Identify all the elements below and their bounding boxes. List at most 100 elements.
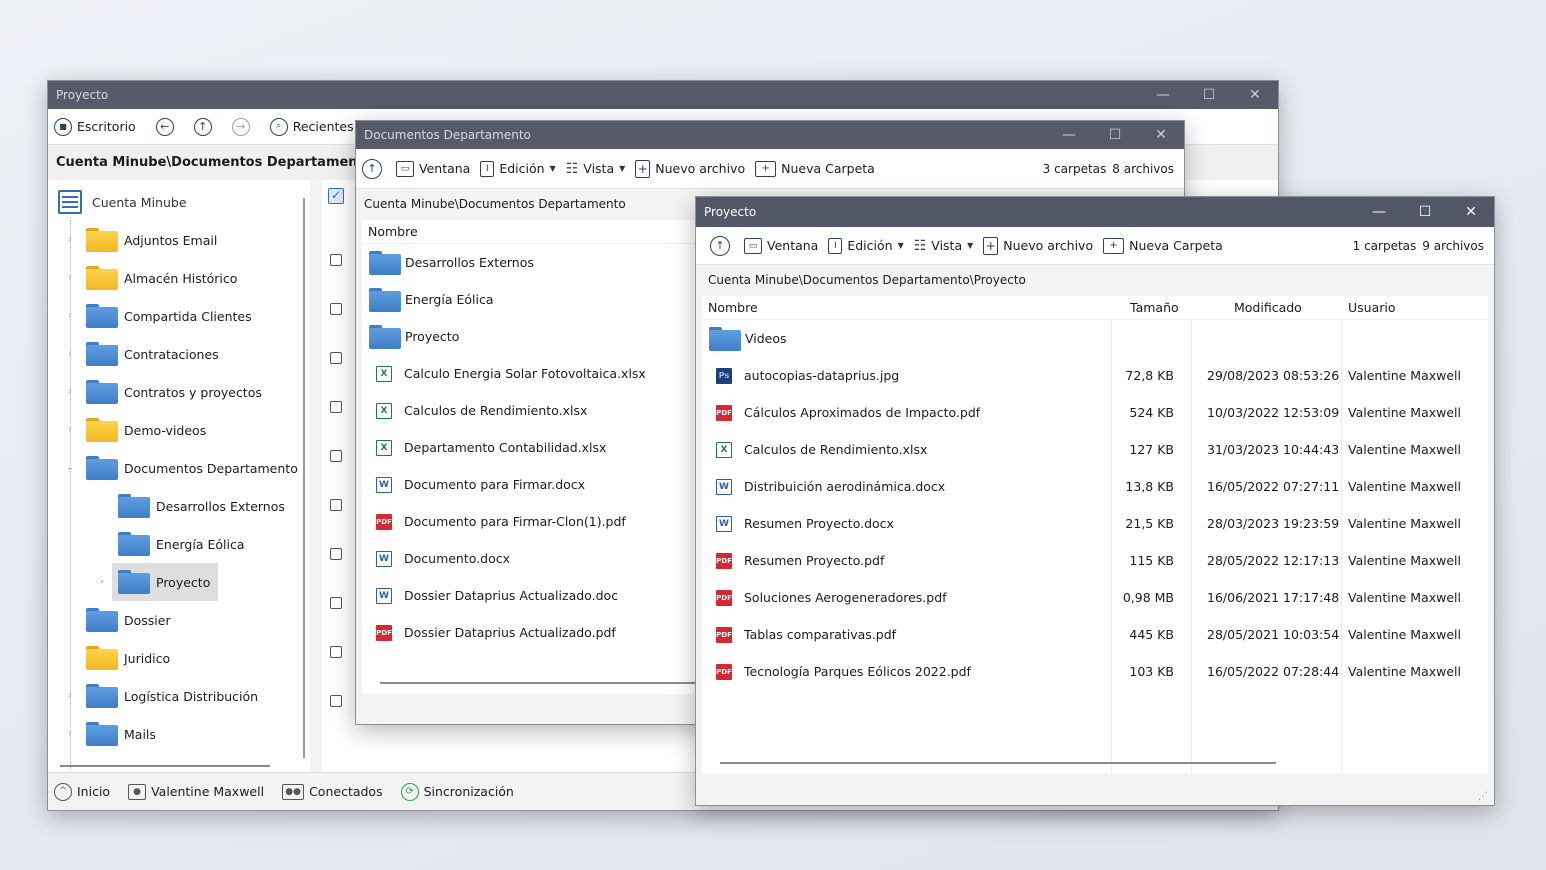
new-file-button[interactable]: + Nuevo archivo bbox=[635, 159, 745, 178]
file-user: Valentine Maxwell bbox=[1348, 664, 1461, 679]
folder-icon bbox=[86, 380, 118, 404]
table-row[interactable]: X Calculos de Rendimiento.xlsx 127 KB 31/03… bbox=[702, 431, 1488, 468]
front-horizontal-scrollbar[interactable] bbox=[720, 762, 1276, 764]
tree-item[interactable]: Juridico bbox=[64, 639, 178, 677]
tree-item-label: Juridico bbox=[124, 650, 171, 666]
tree-item[interactable]: Desarrollos Externos bbox=[96, 487, 293, 525]
close-icon[interactable]: ✕ bbox=[1232, 87, 1278, 103]
table-row[interactable]: PDF Cálculos Aproximados de Impacto.pdf 52… bbox=[702, 394, 1488, 431]
new-folder-button[interactable]: + Nueva Carpeta bbox=[1103, 237, 1223, 254]
minimize-icon[interactable]: — bbox=[1046, 127, 1092, 143]
user-button[interactable]: ● Valentine Maxwell bbox=[128, 783, 264, 800]
pdf-file-icon: PDF bbox=[716, 626, 732, 643]
back-button[interactable]: ← bbox=[155, 117, 174, 136]
new-folder-button[interactable]: + Nueva Carpeta bbox=[755, 160, 875, 177]
pdf-file-icon: PDF bbox=[716, 663, 732, 680]
up-button[interactable]: ↑ bbox=[362, 158, 382, 179]
resize-grip-icon[interactable]: ⋰ bbox=[1478, 791, 1488, 802]
table-row[interactable]: Videos bbox=[702, 320, 1488, 357]
forward-button[interactable]: → bbox=[231, 117, 250, 136]
user-column-header[interactable]: Usuario bbox=[1348, 300, 1396, 315]
minimize-icon[interactable]: — bbox=[1356, 204, 1402, 220]
table-row[interactable]: W Resumen Proyecto.docx 21,5 KB 28/03/2023 … bbox=[702, 505, 1488, 542]
close-icon[interactable]: ✕ bbox=[1138, 127, 1184, 143]
row-checkbox[interactable] bbox=[330, 450, 342, 462]
sync-button[interactable]: ⟳ Sincronización bbox=[400, 782, 514, 801]
window-menu[interactable]: ▭ Ventana bbox=[396, 160, 470, 177]
tree-item[interactable]: › Logística Distribución bbox=[64, 677, 266, 715]
row-checkbox[interactable] bbox=[330, 254, 342, 266]
tree-item[interactable]: › Compartida Clientes bbox=[64, 297, 260, 335]
tree-root[interactable]: Cuenta Minube bbox=[58, 183, 187, 221]
middle-horizontal-scrollbar[interactable] bbox=[380, 682, 710, 684]
front-window-titlebar[interactable]: Proyecto — ☐ ✕ bbox=[696, 197, 1494, 227]
minimize-icon[interactable]: — bbox=[1140, 87, 1186, 103]
tree-item[interactable]: ⌄ Documentos Departamento bbox=[64, 449, 306, 487]
modified-column-header[interactable]: Modificado bbox=[1234, 300, 1302, 315]
name-column-header[interactable]: Nombre bbox=[368, 224, 418, 239]
connected-button[interactable]: ●● Conectados bbox=[282, 783, 383, 800]
new-file-icon: + bbox=[983, 236, 999, 255]
folder-icon bbox=[86, 684, 118, 708]
desktop-label: Escritorio bbox=[77, 119, 136, 134]
tree-item[interactable]: › Contrataciones bbox=[64, 335, 227, 373]
table-row[interactable]: PDF Tecnología Parques Eólicos 2022.pdf 10… bbox=[702, 653, 1488, 690]
name-column-header[interactable]: Nombre bbox=[708, 300, 758, 315]
table-row[interactable]: PDF Tablas comparativas.pdf 445 KB 28/05/20… bbox=[702, 616, 1488, 653]
row-checkbox[interactable] bbox=[330, 597, 342, 609]
row-checkbox[interactable] bbox=[330, 499, 342, 511]
tree-vertical-scrollbar[interactable] bbox=[303, 198, 305, 758]
row-checkbox[interactable] bbox=[330, 352, 342, 364]
up-button[interactable]: ↑ bbox=[710, 235, 730, 256]
tree-item[interactable]: › Almacén Histórico bbox=[64, 259, 245, 297]
row-checkbox[interactable] bbox=[330, 695, 342, 707]
tree-item[interactable]: › Demo-videos bbox=[64, 411, 214, 449]
folder-icon bbox=[86, 418, 118, 442]
tree-item[interactable]: › Contratos y proyectos bbox=[64, 373, 270, 411]
file-size: 103 KB bbox=[1129, 664, 1174, 679]
maximize-icon[interactable]: ☐ bbox=[1186, 87, 1232, 103]
edit-menu[interactable]: I Edición ▼ bbox=[828, 237, 904, 254]
view-menu[interactable]: ☷ Vista ▼ bbox=[914, 238, 974, 254]
view-menu[interactable]: ☷ Vista ▼ bbox=[566, 161, 626, 177]
tree-horizontal-scrollbar[interactable] bbox=[60, 765, 270, 767]
row-checkbox[interactable] bbox=[330, 401, 342, 413]
new-folder-label: Nueva Carpeta bbox=[781, 161, 875, 176]
desktop-button[interactable]: ■ Escritorio bbox=[54, 117, 136, 136]
row-checkbox[interactable] bbox=[330, 303, 342, 315]
back-window-titlebar[interactable]: Proyecto — ☐ ✕ bbox=[48, 81, 1278, 109]
new-file-button[interactable]: + Nuevo archivo bbox=[983, 236, 1093, 255]
up-button[interactable]: ↑ bbox=[193, 117, 212, 136]
row-checkbox[interactable] bbox=[330, 548, 342, 560]
file-name: Distribuición aerodinámica.docx bbox=[744, 479, 946, 494]
tree-item[interactable]: › Adjuntos Email bbox=[64, 221, 225, 259]
list-item-name: Desarrollos Externos bbox=[405, 255, 534, 270]
middle-window-titlebar[interactable]: Documentos Departamento — ☐ ✕ bbox=[356, 121, 1184, 149]
edit-menu[interactable]: I Edición ▼ bbox=[480, 160, 556, 177]
chevron-right-icon[interactable]: › bbox=[96, 577, 108, 587]
middle-path-text: Cuenta Minube\Documentos Departamento bbox=[364, 197, 626, 211]
table-row[interactable]: PDF Resumen Proyecto.pdf 115 KB 28/05/2022 … bbox=[702, 542, 1488, 579]
folder-icon bbox=[86, 608, 118, 632]
tree-item-label: Contratos y proyectos bbox=[124, 384, 262, 400]
maximize-icon[interactable]: ☐ bbox=[1402, 204, 1448, 220]
row-checkbox[interactable] bbox=[330, 646, 342, 658]
sync-label: Sincronización bbox=[423, 784, 514, 799]
tree-item[interactable]: Dossier bbox=[64, 601, 179, 639]
table-row[interactable]: PDF Soluciones Aerogeneradores.pdf 0,98 MB… bbox=[702, 579, 1488, 616]
size-column-header[interactable]: Tamaño bbox=[1130, 300, 1179, 315]
table-row[interactable]: Ps autocopias-dataprius.jpg 72,8 KB 29/08/2… bbox=[702, 357, 1488, 394]
front-path-bar: Cuenta Minube\Documentos Departamento\Pr… bbox=[696, 265, 1494, 295]
window-menu[interactable]: ▭ Ventana bbox=[744, 237, 818, 254]
tree-item[interactable]: › Proyecto bbox=[96, 563, 219, 601]
select-all-checkbox[interactable]: ✓ bbox=[328, 188, 344, 204]
tree-item[interactable]: Energía Eólica bbox=[96, 525, 253, 563]
sync-icon: ⟳ bbox=[400, 782, 419, 801]
recent-button[interactable]: ⌕ Recientes bbox=[269, 117, 354, 136]
maximize-icon[interactable]: ☐ bbox=[1092, 127, 1138, 143]
table-row[interactable]: W Distribuición aerodinámica.docx 13,8 KB 1… bbox=[702, 468, 1488, 505]
home-button[interactable]: ^ Inicio bbox=[54, 782, 110, 801]
tree-item[interactable]: › Mails bbox=[64, 715, 164, 753]
front-file-list: Nombre Tamaño Modificado Usuario Videos P… bbox=[702, 296, 1488, 774]
close-icon[interactable]: ✕ bbox=[1448, 204, 1494, 220]
